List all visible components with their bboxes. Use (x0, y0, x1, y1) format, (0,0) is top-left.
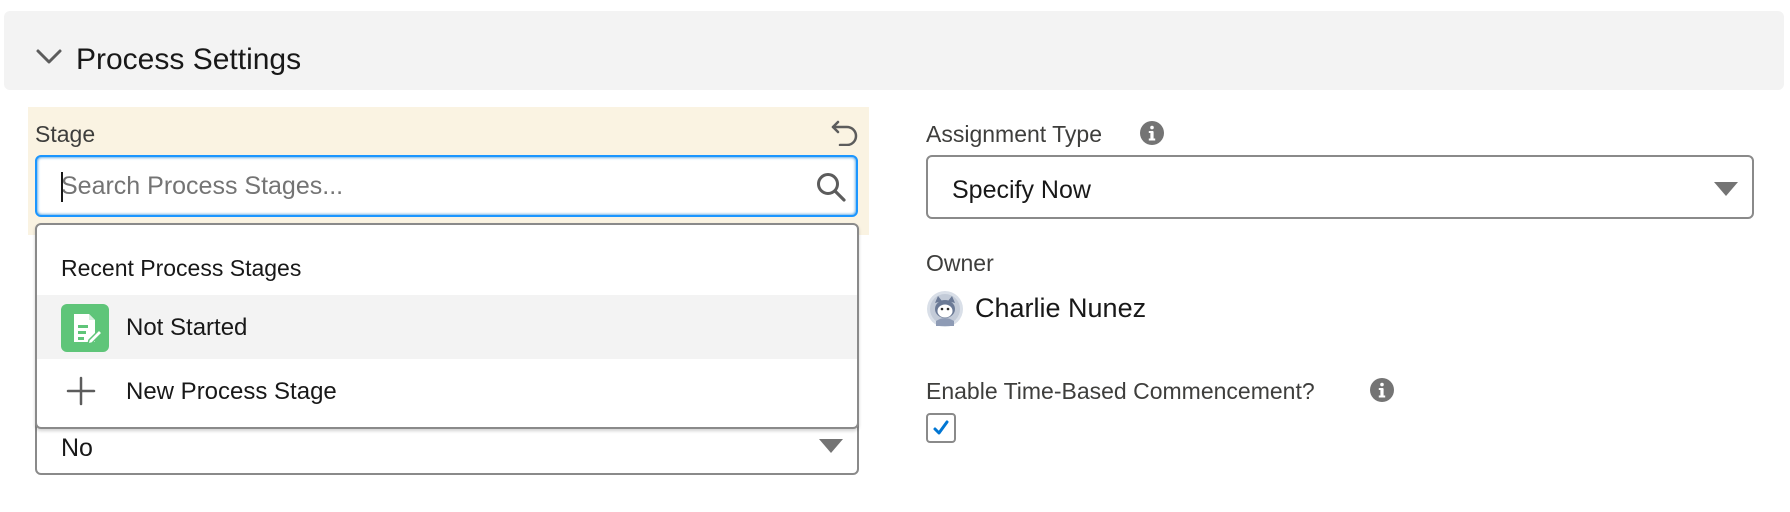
owner-label: Owner (926, 250, 994, 276)
plus-icon (66, 376, 96, 406)
text-caret (61, 172, 63, 202)
dropdown-item-label: Not Started (126, 314, 248, 341)
undo-icon[interactable] (830, 116, 860, 146)
assignment-type-value: Specify Now (952, 176, 1091, 204)
time-based-commencement-checkbox[interactable] (926, 413, 956, 443)
stage-dropdown: Recent Process Stages Not Started New Pr… (35, 223, 859, 429)
left-select-value: No (61, 434, 93, 462)
checkmark-icon (933, 420, 949, 435)
section-header[interactable]: Process Settings (4, 11, 1784, 90)
stage-label: Stage (35, 121, 96, 147)
time-based-commencement-label: Enable Time-Based Commencement? (926, 378, 1315, 404)
info-icon[interactable] (1369, 377, 1395, 403)
info-icon[interactable] (1139, 120, 1165, 146)
avatar[interactable] (926, 290, 964, 328)
stage-search-box[interactable] (35, 155, 858, 217)
chevron-down-icon[interactable] (34, 47, 64, 67)
dropdown-item-not-started[interactable]: Not Started (37, 295, 857, 359)
section-title: Process Settings (76, 43, 302, 76)
assignment-type-select[interactable]: Specify Now (926, 155, 1754, 219)
dropdown-item-label: New Process Stage (126, 378, 337, 405)
dropdown-item-new-process-stage[interactable]: New Process Stage (37, 359, 857, 423)
process-stage-icon (61, 304, 109, 352)
search-icon[interactable] (815, 171, 847, 203)
chevron-down-icon (819, 439, 843, 453)
dropdown-heading: Recent Process Stages (61, 255, 302, 281)
chevron-down-icon (1714, 182, 1738, 196)
stage-search-input[interactable] (61, 171, 781, 201)
assignment-type-label: Assignment Type (926, 121, 1103, 147)
owner-name-link[interactable]: Charlie Nunez (975, 293, 1146, 324)
